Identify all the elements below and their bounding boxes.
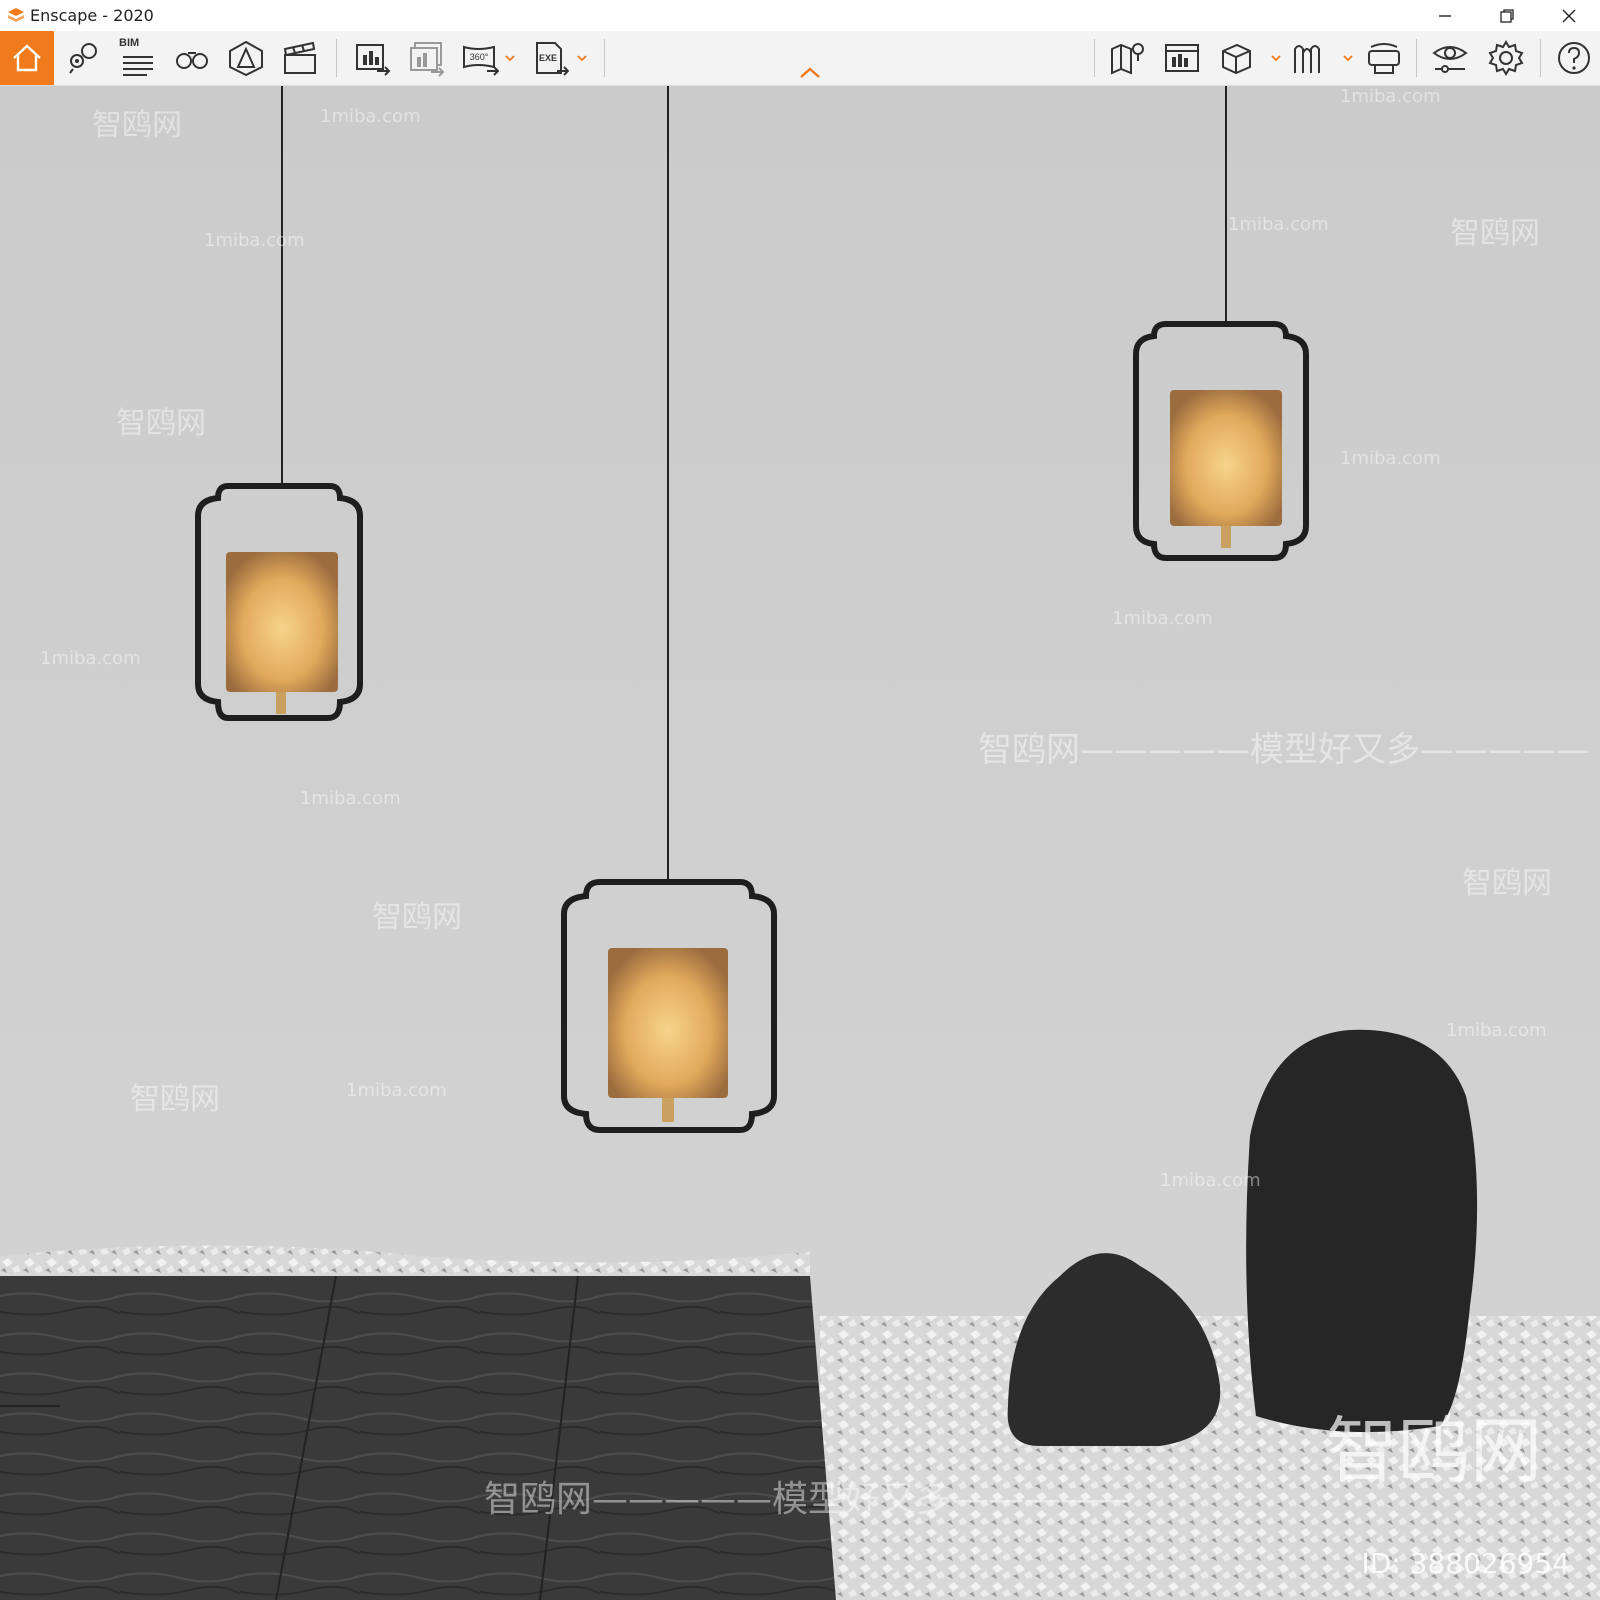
watermark-brand: 智鸥网 [92,108,182,143]
watermark-brand: 智鸥网 [130,1082,220,1117]
close-button[interactable] [1538,0,1600,31]
chevron-down-icon[interactable] [504,53,516,63]
watermark-site: 1miba.com [1112,608,1213,629]
minimize-icon [1439,14,1451,17]
home-button[interactable] [0,31,54,85]
asset-library-button[interactable] [1160,35,1204,81]
map-icon [1111,43,1144,75]
panorama-label: 360° [470,52,489,62]
chevron-down-icon[interactable] [576,53,588,63]
perspective-icon [229,40,263,77]
tall-rock [1246,1029,1478,1433]
window-title: Enscape - 2020 [30,6,154,25]
cube-icon [1222,43,1251,75]
watermark-site: 1miba.com [204,230,305,251]
restore-icon [1500,8,1514,23]
enscape-toolbar: BIM 360° EXE [0,31,1600,86]
binoculars-icon [176,52,208,69]
watermark-brand: 智鸥网 [116,406,206,441]
panorama-button[interactable]: 360° [458,35,502,81]
location-pin-icon [69,43,97,74]
batch-render-icon [410,42,445,77]
watermark-brand-long: 智鸥网—————模型好又多————— [978,730,1590,770]
toolbar-separator [336,39,337,77]
watermark-brand-large: 智鸥网 [1326,1409,1543,1493]
map-button[interactable] [1106,35,1150,81]
watermark-site: 1miba.com [1340,448,1441,469]
help-button[interactable] [1552,35,1596,81]
settings-gear-icon [1488,40,1524,76]
chevron-down-icon[interactable] [1270,53,1282,63]
panorama-360-icon: 360° [463,45,499,76]
title-bar: Enscape - 2020 [0,0,1600,31]
toolbar-separator [1094,39,1095,77]
vr-headset-button[interactable] [1362,35,1406,81]
restore-button[interactable] [1476,0,1538,31]
export-exe-button[interactable]: EXE [528,35,572,81]
watermark-site: 1miba.com [1228,214,1329,235]
watermark-site: 1miba.com [320,106,421,127]
scene-render [0,86,1600,1600]
watermark-brand: 智鸥网 [1450,216,1540,251]
live-update-button[interactable] [62,35,106,81]
home-icon [13,44,41,72]
visual-settings-button[interactable] [1428,35,1472,81]
settings-button[interactable] [1484,35,1528,81]
views-button[interactable] [1288,35,1332,81]
wooden-floor [0,1276,836,1600]
batch-render-button[interactable] [404,35,448,81]
collapse-toolbar-caret-icon[interactable] [798,65,822,79]
vr-headset-icon [1368,43,1400,74]
close-icon [1562,9,1576,22]
enscape-logo-icon [8,7,24,22]
watermark-id: ID: 388026954 [1361,1547,1570,1580]
watermark-site: 1miba.com [1160,1170,1261,1191]
toolbar-separator [1540,39,1541,77]
watermark-site: 1miba.com [1340,86,1441,107]
bim-list-icon [123,56,153,76]
object-button[interactable] [1214,35,1258,81]
toolbar-separator [604,39,605,77]
window-controls [1414,0,1600,31]
exe-label: EXE [539,53,557,63]
views-icon [1294,45,1320,73]
perspective-button[interactable] [224,35,268,81]
watermark-brand: 智鸥网 [372,900,462,935]
watermark-brand-long: 智鸥网—————模型好又多————— [484,1479,1133,1520]
watermark-brand: 智鸥网 [1462,866,1552,901]
walk-mode-button[interactable] [170,35,214,81]
clapperboard-icon [283,41,316,74]
video-editor-button[interactable] [278,35,322,81]
watermark-site: 1miba.com [300,788,401,809]
minimize-button[interactable] [1414,0,1476,31]
watermark-site: 1miba.com [1446,1020,1547,1041]
render-viewport[interactable]: 智鸥网 1miba.com 1miba.com 1miba.com 1miba.… [0,86,1600,1600]
bim-mode-button[interactable]: BIM [116,35,160,81]
chevron-down-icon[interactable] [1342,53,1354,63]
watermark-site: 1miba.com [40,648,141,669]
asset-library-icon [1165,44,1199,72]
render-image-button[interactable] [350,35,394,81]
toolbar-separator [1416,39,1417,77]
render-screenshot-icon [356,44,391,76]
exe-export-icon: EXE [536,42,569,76]
help-icon [1558,42,1590,74]
watermark-site: 1miba.com [346,1080,447,1101]
visual-settings-icon [1432,46,1468,73]
